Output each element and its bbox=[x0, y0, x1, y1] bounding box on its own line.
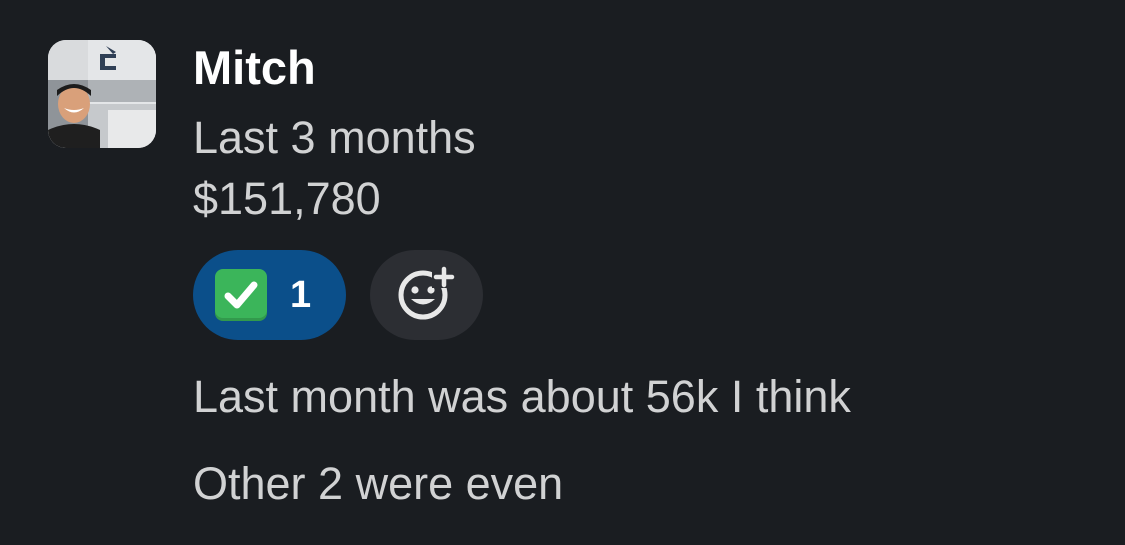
message-text-line: Last 3 months bbox=[193, 112, 476, 163]
reaction-count: 1 bbox=[290, 274, 312, 316]
reactions-bar: 1 bbox=[193, 250, 483, 340]
white-check-mark-icon bbox=[215, 269, 267, 321]
message-text-line: $151,780 bbox=[193, 173, 381, 224]
author-name[interactable]: Mitch bbox=[193, 40, 316, 96]
message-text-line: Last month was about 56k I think bbox=[193, 371, 851, 422]
avatar[interactable] bbox=[48, 40, 156, 148]
avatar-photo bbox=[48, 40, 156, 148]
add-reaction-button[interactable] bbox=[370, 250, 483, 340]
reaction-check-button[interactable]: 1 bbox=[193, 250, 346, 340]
message: Mitch Last 3 months $151,780 1 Last mont… bbox=[0, 0, 1125, 545]
message-text-line: Other 2 were even bbox=[193, 458, 564, 509]
add-emoji-icon bbox=[397, 263, 457, 328]
